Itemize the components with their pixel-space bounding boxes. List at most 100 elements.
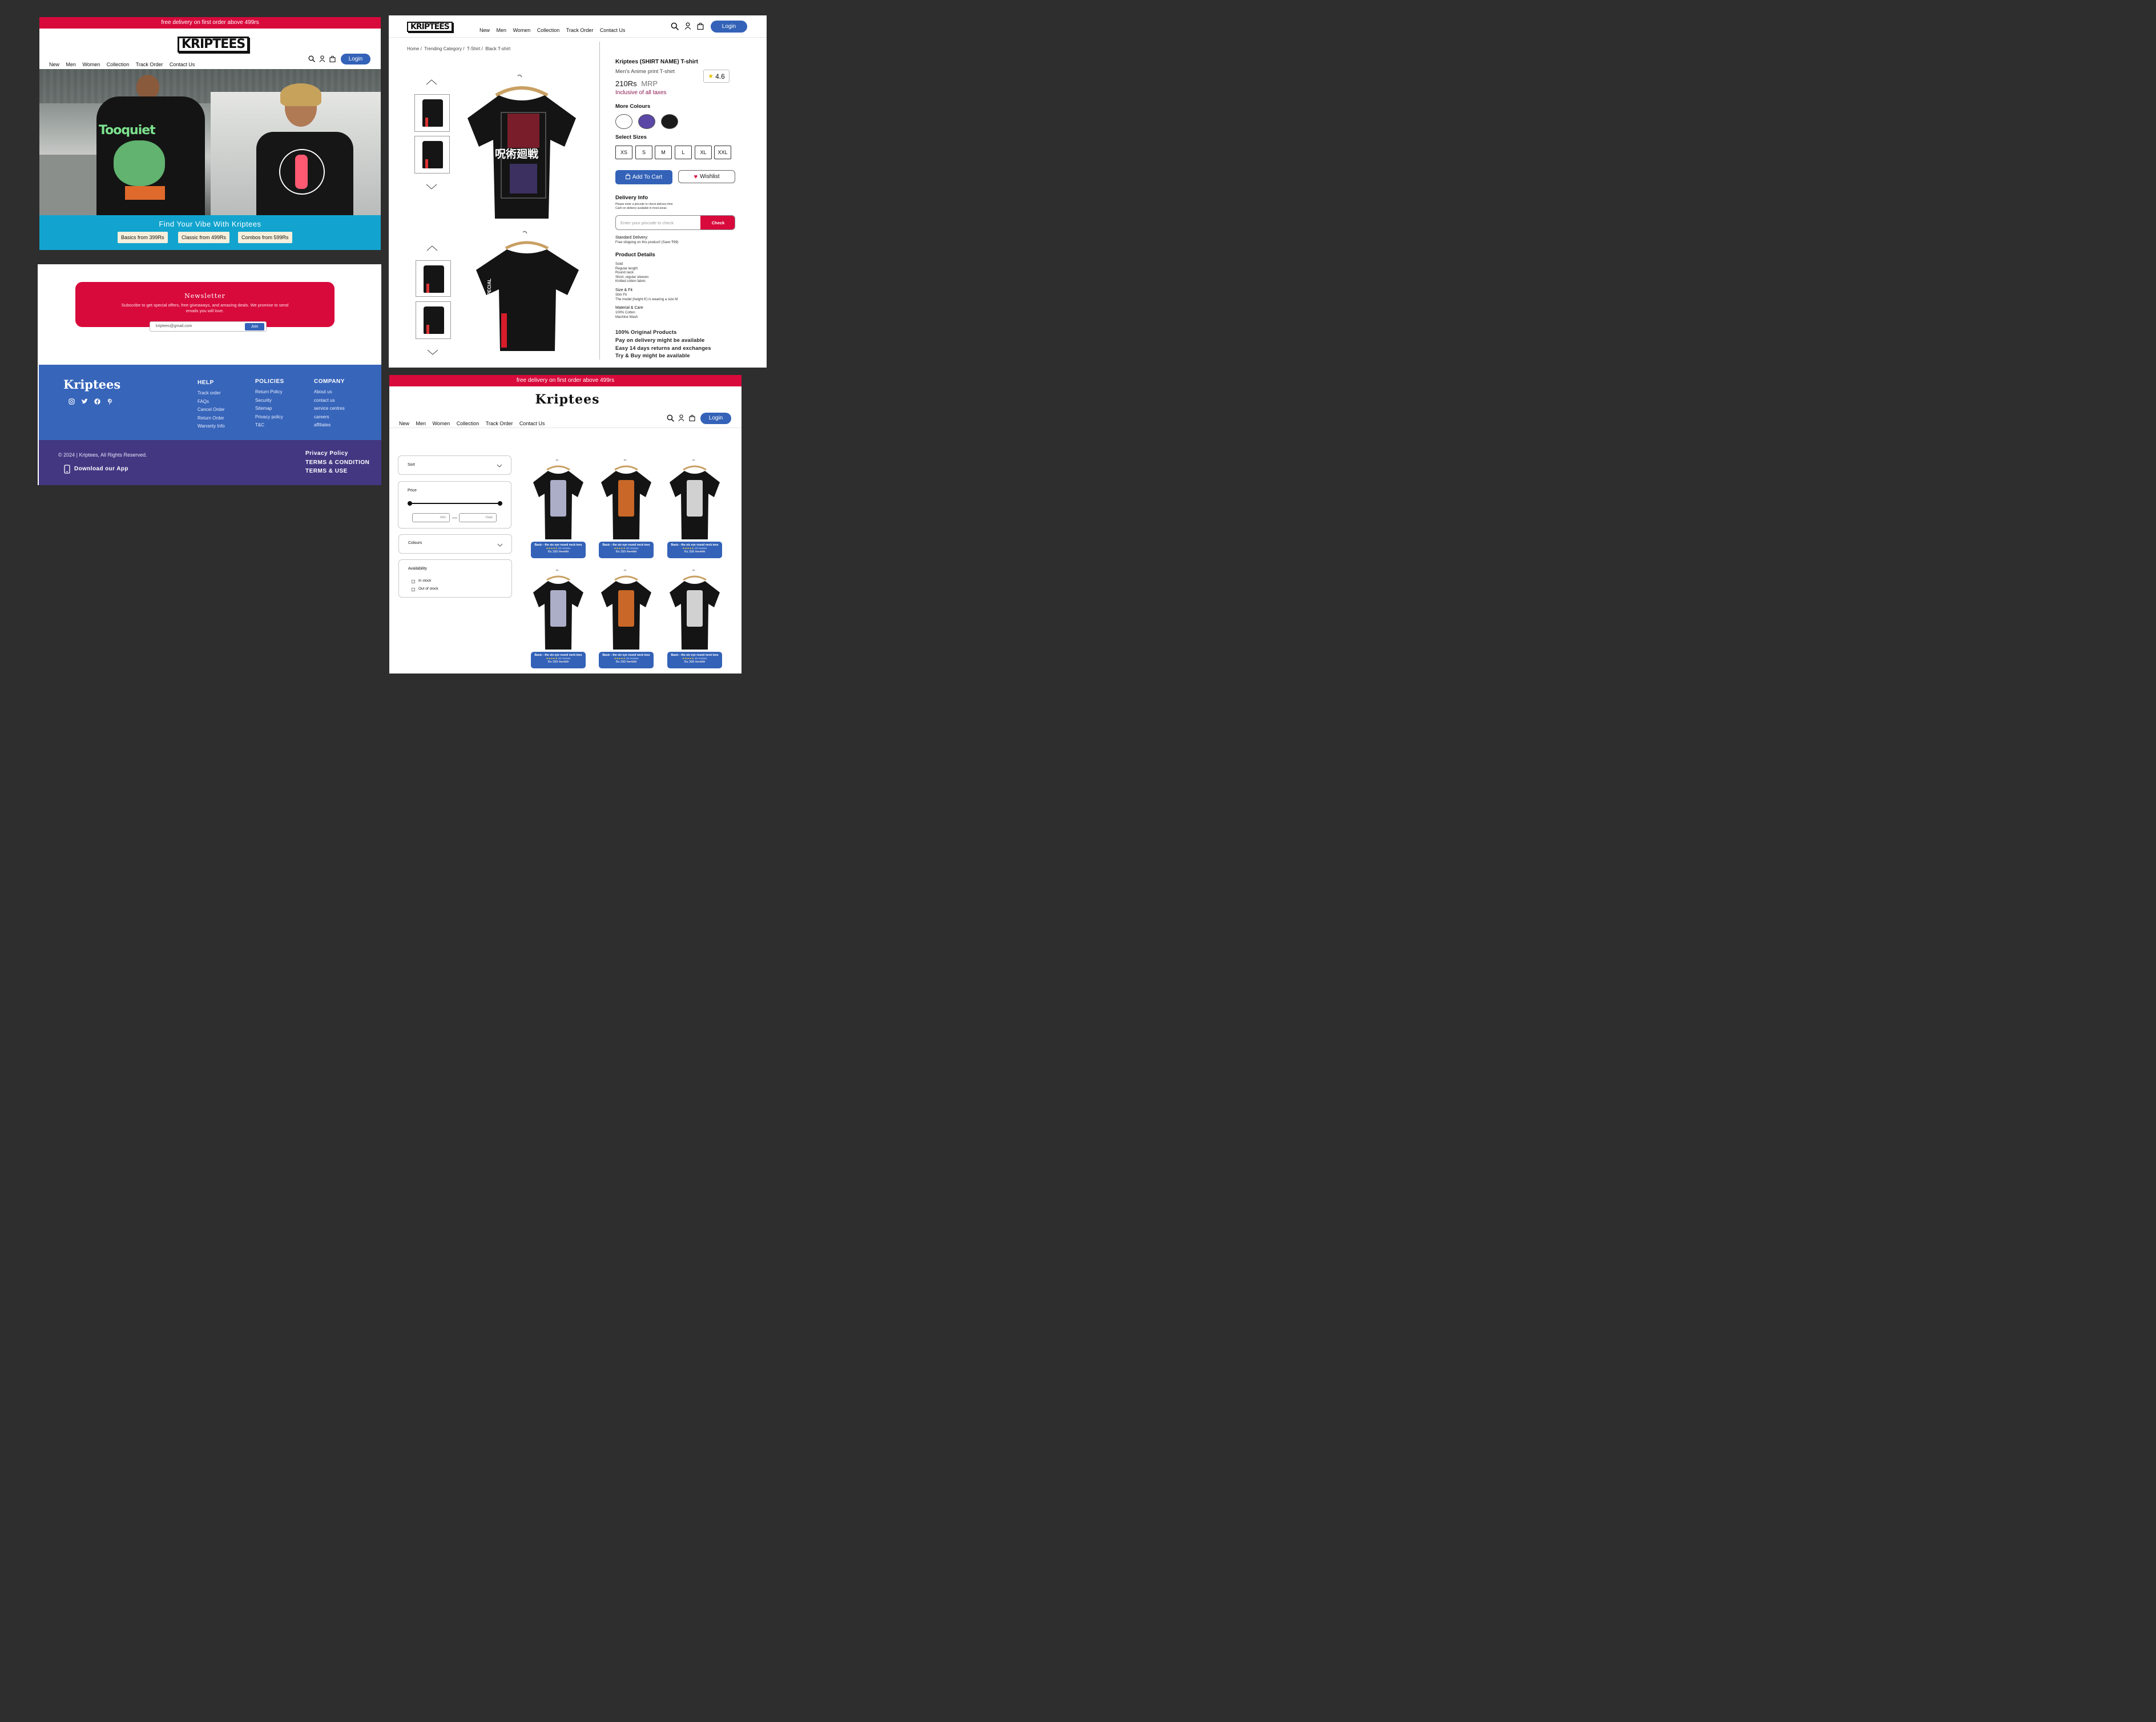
logo[interactable]: KRIPTEES — [178, 37, 249, 53]
size-xxl[interactable]: XXL — [714, 146, 731, 159]
thumbnail-1[interactable] — [414, 94, 450, 132]
user-icon[interactable] — [684, 22, 691, 30]
chevron-up-icon[interactable] — [426, 79, 437, 85]
size-m[interactable]: M — [655, 146, 672, 159]
footer-link[interactable]: Return Policy — [255, 389, 284, 394]
login-button[interactable]: Login — [341, 54, 370, 64]
product-label[interactable]: Basic - the six eye round neck tees ★★★★… — [667, 652, 722, 668]
product-card[interactable]: Basic - the six eye round neck tees ★★★★… — [667, 570, 722, 668]
size-xs[interactable]: XS — [615, 146, 632, 159]
nav-new[interactable]: New — [399, 421, 409, 426]
price-max-input[interactable]: max — [459, 513, 497, 522]
colour-swatch-purple[interactable] — [638, 114, 655, 129]
user-icon[interactable] — [319, 55, 325, 62]
price-slider-max-handle[interactable] — [498, 501, 502, 506]
footer-link[interactable]: Security — [255, 398, 284, 403]
size-xl[interactable]: XL — [695, 146, 712, 159]
nav-new[interactable]: New — [49, 62, 59, 67]
breadcrumb-tshirt[interactable]: T-Shirt / — [467, 46, 483, 51]
nav-track-order[interactable]: Track Order — [136, 62, 163, 67]
chevron-up-icon[interactable] — [426, 245, 438, 251]
search-icon[interactable] — [667, 414, 674, 422]
nav-track-order[interactable]: Track Order — [486, 421, 513, 426]
logo[interactable]: Kriptees — [389, 392, 741, 407]
nav-men[interactable]: Men — [416, 421, 426, 426]
thumbnail-2[interactable] — [414, 136, 450, 174]
cart-icon[interactable] — [329, 55, 336, 62]
footer-link[interactable]: Track order — [198, 390, 225, 396]
product-card[interactable]: Basic - the six eye round neck tees ★★★★… — [667, 459, 722, 558]
footer-link[interactable]: careers — [314, 414, 345, 420]
thumbnail-4[interactable] — [416, 301, 451, 339]
nav-men[interactable]: Men — [66, 62, 76, 67]
footer-link[interactable]: Return Order — [198, 416, 225, 421]
download-app-link[interactable]: Download our App — [74, 466, 128, 472]
footer-link[interactable]: contact us — [314, 398, 345, 403]
footer-link[interactable]: Cancel Order — [198, 407, 225, 412]
footer-link[interactable]: service centres — [314, 406, 345, 411]
instagram-icon[interactable] — [68, 398, 75, 405]
chevron-down-icon[interactable] — [427, 349, 438, 355]
product-card[interactable]: Basic - the six eye round neck tees ★★★★… — [599, 459, 654, 558]
in-stock-checkbox[interactable] — [412, 580, 415, 583]
footer-link[interactable]: Sitemap — [255, 406, 284, 411]
out-of-stock-checkbox[interactable] — [412, 588, 415, 591]
terms-use-link[interactable]: TERMS & USE — [305, 467, 369, 476]
twitter-icon[interactable] — [81, 398, 88, 405]
chip-basics[interactable]: Basics from 399Rs — [118, 232, 168, 243]
product-label[interactable]: Basic - the six eye round neck tees ★★★★… — [531, 652, 586, 668]
pinterest-icon[interactable] — [107, 398, 113, 405]
product-label[interactable]: Basic - the six eye round neck tees ★★★★… — [531, 542, 586, 558]
nav-men[interactable]: Men — [496, 27, 506, 33]
newsletter-email-field[interactable]: kriptees@gmail.com Join — [150, 321, 267, 332]
footer-link[interactable]: T&C — [255, 422, 284, 428]
nav-collection[interactable]: Collection — [457, 421, 479, 426]
facebook-icon[interactable] — [94, 398, 100, 405]
add-to-cart-button[interactable]: Add To Cart — [615, 170, 672, 184]
colour-swatch-white[interactable] — [615, 114, 632, 129]
nav-women[interactable]: Women — [82, 62, 100, 67]
chip-classic[interactable]: Classic from 499Rs — [178, 232, 230, 243]
logo[interactable]: KRIPTEES — [407, 22, 453, 32]
product-label[interactable]: Basic - the six eye round neck tees ★★★★… — [599, 652, 654, 668]
cart-icon[interactable] — [689, 414, 695, 421]
footer-link[interactable]: affiliates — [314, 422, 345, 428]
chevron-down-icon[interactable] — [426, 184, 437, 189]
price-slider-min-handle[interactable] — [408, 501, 412, 506]
footer-link[interactable]: About us — [314, 389, 345, 394]
nav-women[interactable]: Women — [513, 27, 530, 33]
product-card[interactable]: Basic - the six eye round neck tees ★★★★… — [599, 570, 654, 668]
size-l[interactable]: L — [675, 146, 692, 159]
thumbnail-3[interactable] — [416, 260, 451, 297]
search-icon[interactable] — [671, 22, 679, 30]
pincode-input[interactable]: Enter your pincode to check Check — [615, 215, 735, 230]
nav-new[interactable]: New — [479, 27, 490, 33]
search-icon[interactable] — [308, 55, 315, 62]
footer-link[interactable]: Privacy policy — [255, 414, 284, 420]
price-min-input[interactable]: min — [412, 513, 450, 522]
product-label[interactable]: Basic - the six eye round neck tees ★★★★… — [599, 542, 654, 558]
login-button[interactable]: Login — [711, 21, 747, 33]
colours-dropdown[interactable]: Colours — [398, 534, 512, 554]
user-icon[interactable] — [678, 414, 684, 421]
privacy-policy-link[interactable]: Privacy Policy — [305, 449, 369, 458]
nav-contact-us[interactable]: Contact Us — [600, 27, 626, 33]
nav-women[interactable]: Women — [432, 421, 450, 426]
login-button[interactable]: Login — [700, 413, 731, 424]
footer-link[interactable]: Warranty Info — [198, 424, 225, 429]
cart-icon[interactable] — [697, 22, 704, 30]
nav-track-order[interactable]: Track Order — [566, 27, 594, 33]
terms-condition-link[interactable]: TERMS & CONDITION — [305, 458, 369, 467]
sort-dropdown[interactable]: Sort — [398, 455, 511, 475]
product-card[interactable]: Basic - the six eye round neck tees ★★★★… — [531, 459, 586, 558]
join-button[interactable]: Join — [245, 323, 264, 330]
product-label[interactable]: Basic - the six eye round neck tees ★★★★… — [667, 542, 722, 558]
footer-link[interactable]: FAQs — [198, 399, 225, 404]
breadcrumb-home[interactable]: Home / — [407, 46, 422, 51]
breadcrumb-trending[interactable]: Trending Category / — [424, 46, 464, 51]
nav-contact-us[interactable]: Contact Us — [170, 62, 195, 67]
colour-swatch-black[interactable] — [661, 114, 678, 129]
size-s[interactable]: S — [635, 146, 652, 159]
check-button[interactable]: Check — [700, 216, 735, 229]
nav-contact-us[interactable]: Contact Us — [519, 421, 545, 426]
